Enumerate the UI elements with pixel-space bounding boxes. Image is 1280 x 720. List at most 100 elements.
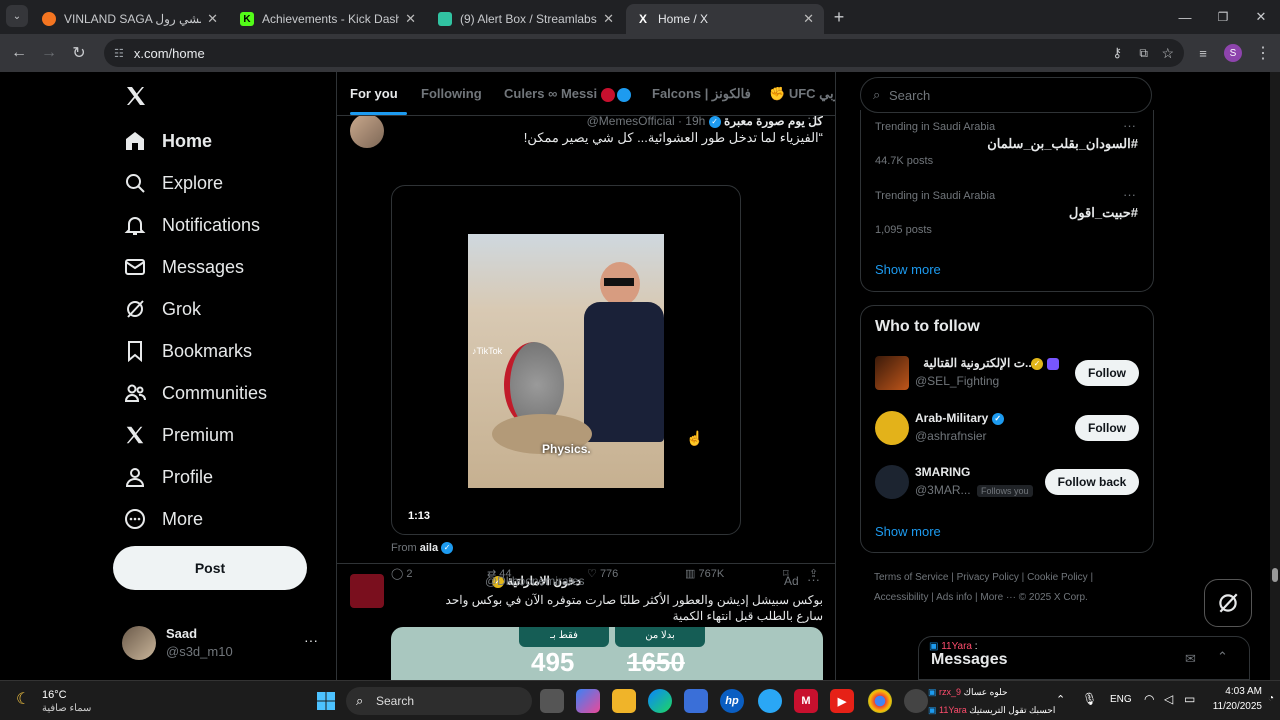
trend-item[interactable]: Trending in Saudi Arabia ··· #حبيت_اقول …: [861, 185, 1153, 247]
footer-link[interactable]: Ads info: [936, 592, 972, 603]
install-app-icon[interactable]: ⧉: [1139, 46, 1148, 61]
footer-link[interactable]: Terms of Service: [874, 572, 948, 583]
notification-bell-icon[interactable]: ◔: [1268, 693, 1274, 704]
wifi-icon[interactable]: ◠: [1144, 692, 1154, 706]
author-handle[interactable]: @MemesOfficial: [587, 114, 675, 128]
microphone-icon[interactable]: 🎙: [1082, 692, 1097, 706]
tab-following[interactable]: Following: [421, 86, 482, 101]
messages-drawer[interactable]: Messages ✉ ⌃ ▣ 11Yara :: [918, 636, 1250, 680]
follow-button[interactable]: Follow: [1075, 360, 1139, 386]
nav-communities[interactable]: Communities: [124, 382, 267, 404]
minimize-button[interactable]: —: [1172, 4, 1198, 30]
media-control-icon[interactable]: ≡: [1190, 40, 1216, 66]
avatar[interactable]: [350, 114, 384, 148]
file-explorer-icon[interactable]: [612, 689, 636, 713]
address-bar[interactable]: ☷ x.com/home ⚷ ⧉ ☆: [104, 39, 1184, 67]
page-scrollbar[interactable]: [1270, 72, 1280, 680]
windows-start-icon[interactable]: [314, 689, 338, 713]
obs-icon[interactable]: [904, 689, 928, 713]
grok-floating-button[interactable]: [1204, 579, 1252, 627]
window-close-button[interactable]: ✕: [1248, 4, 1274, 30]
more-dots-icon[interactable]: ···: [1123, 118, 1136, 133]
show-more-link[interactable]: Show more: [875, 262, 941, 277]
store-icon[interactable]: [684, 689, 708, 713]
edge-icon[interactable]: [648, 689, 672, 713]
maximize-button[interactable]: ❐: [1210, 4, 1236, 30]
clock-date[interactable]: 11/20/2025: [1200, 701, 1262, 712]
close-icon[interactable]: ✕: [405, 11, 416, 27]
nav-premium[interactable]: Premium: [124, 424, 234, 446]
clock-time[interactable]: 4:03 AM: [1208, 686, 1262, 697]
bookmark-star-icon[interactable]: ☆: [1161, 45, 1174, 62]
tab-home-x[interactable]: X Home / X ✕: [626, 4, 824, 34]
youtube-icon[interactable]: ▶: [830, 689, 854, 713]
language-indicator[interactable]: ENG: [1110, 694, 1132, 705]
footer-link[interactable]: Privacy Policy: [957, 572, 1019, 583]
copilot-icon[interactable]: [576, 689, 600, 713]
chevron-up-icon[interactable]: ⌃: [1056, 693, 1065, 706]
nav-grok[interactable]: Grok: [124, 298, 201, 320]
post-button[interactable]: Post: [113, 546, 307, 590]
footer-link[interactable]: More ···: [980, 592, 1016, 603]
task-view-icon[interactable]: [540, 689, 564, 713]
footer-link[interactable]: Cookie Policy: [1027, 572, 1088, 583]
reload-button[interactable]: ↻: [66, 40, 92, 66]
ad-image[interactable]: فقط بـ بدلا من 495 1650: [391, 627, 823, 680]
chevron-up-icon[interactable]: ⌃: [1217, 649, 1228, 665]
account-switcher[interactable]: Saad @s3d_m10 ···: [122, 624, 318, 664]
password-key-icon[interactable]: ⚷: [1112, 45, 1122, 61]
tweet[interactable]: كل يوم صورة معبرة ✓ @MemesOfficial · 19h…: [337, 102, 835, 580]
author-handle[interactable]: @Dkhoonemirates: [485, 574, 585, 588]
x-logo-icon[interactable]: [124, 84, 148, 108]
tab-vinland-saga[interactable]: VINLAND SAGA على كرانشي رول ✕: [32, 4, 228, 34]
browser-menu-icon[interactable]: ⋮: [1250, 40, 1276, 66]
nav-notifications[interactable]: Notifications: [124, 214, 260, 236]
close-icon[interactable]: ✕: [603, 11, 614, 27]
compose-message-icon[interactable]: ✉: [1185, 651, 1196, 667]
tab-streamlabs[interactable]: (9) Alert Box / Streamlabs ✕: [428, 4, 624, 34]
app-icon[interactable]: [758, 689, 782, 713]
close-icon[interactable]: ✕: [803, 11, 814, 27]
back-button[interactable]: ←: [6, 40, 32, 66]
more-dots-icon[interactable]: ···: [1123, 187, 1136, 202]
search-box[interactable]: ⌕ Search: [860, 77, 1152, 113]
nav-messages[interactable]: Messages: [124, 256, 244, 278]
follow-suggestion[interactable]: ...ت الإلكترونية القتالية ✓ @SEL_Fightin…: [861, 354, 1153, 394]
tab-falcons[interactable]: Falcons | فالكونز: [652, 86, 751, 102]
show-more-link[interactable]: Show more: [875, 524, 941, 539]
nav-more[interactable]: More: [124, 508, 203, 530]
follow-suggestion[interactable]: Arab-Military ✓ @ashrafnsier Follow: [861, 409, 1153, 449]
tab-for-you[interactable]: For you: [350, 86, 398, 101]
nav-explore[interactable]: Explore: [124, 172, 223, 194]
profile-avatar-button[interactable]: S: [1220, 40, 1246, 66]
tab-culers[interactable]: Culers ∞ Messi: [504, 86, 631, 102]
close-icon[interactable]: ✕: [207, 11, 218, 27]
scrollbar-thumb[interactable]: [1272, 568, 1278, 582]
tweet-time[interactable]: 19h: [685, 114, 705, 128]
site-info-icon[interactable]: ☷: [114, 47, 124, 60]
video-player[interactable]: ♪TikTok Physics. 1:13: [391, 185, 741, 535]
weather-widget[interactable]: ☾ 16°C سماء صافية: [14, 687, 124, 715]
follow-back-button[interactable]: Follow back: [1045, 469, 1139, 495]
follow-suggestion[interactable]: 3MARING @3MAR... Follows you Follow back: [861, 463, 1153, 503]
footer-link[interactable]: Accessibility: [874, 592, 928, 603]
nav-bookmarks[interactable]: Bookmarks: [124, 340, 252, 362]
new-tab-button[interactable]: +: [826, 4, 852, 30]
forward-button[interactable]: →: [36, 40, 62, 66]
nav-home[interactable]: Home: [124, 130, 212, 152]
avatar[interactable]: [350, 574, 384, 608]
mcafee-icon[interactable]: M: [794, 689, 818, 713]
trend-item[interactable]: Trending in Saudi Arabia ··· #السودان_بق…: [861, 116, 1153, 178]
tab-search-button[interactable]: ⌄: [6, 5, 28, 27]
search-input[interactable]: Search: [889, 88, 930, 103]
volume-icon[interactable]: ◁: [1164, 692, 1173, 706]
tab-kick-dashboard[interactable]: K Achievements - Kick Dashboard ✕: [230, 4, 426, 34]
nav-profile[interactable]: Profile: [124, 466, 213, 488]
more-dots-icon[interactable]: ···: [807, 572, 820, 587]
chrome-icon[interactable]: [868, 689, 892, 713]
tab-ufc[interactable]: ✊ UFC عربي: [769, 86, 835, 102]
hp-icon[interactable]: hp: [720, 689, 744, 713]
battery-icon[interactable]: ▭: [1184, 692, 1195, 706]
tweet-ad[interactable]: دخون الاماراتية ✓ @Dkhoonemirates Ad ···…: [337, 564, 835, 680]
taskbar-search[interactable]: ⌕ Search: [346, 687, 532, 715]
